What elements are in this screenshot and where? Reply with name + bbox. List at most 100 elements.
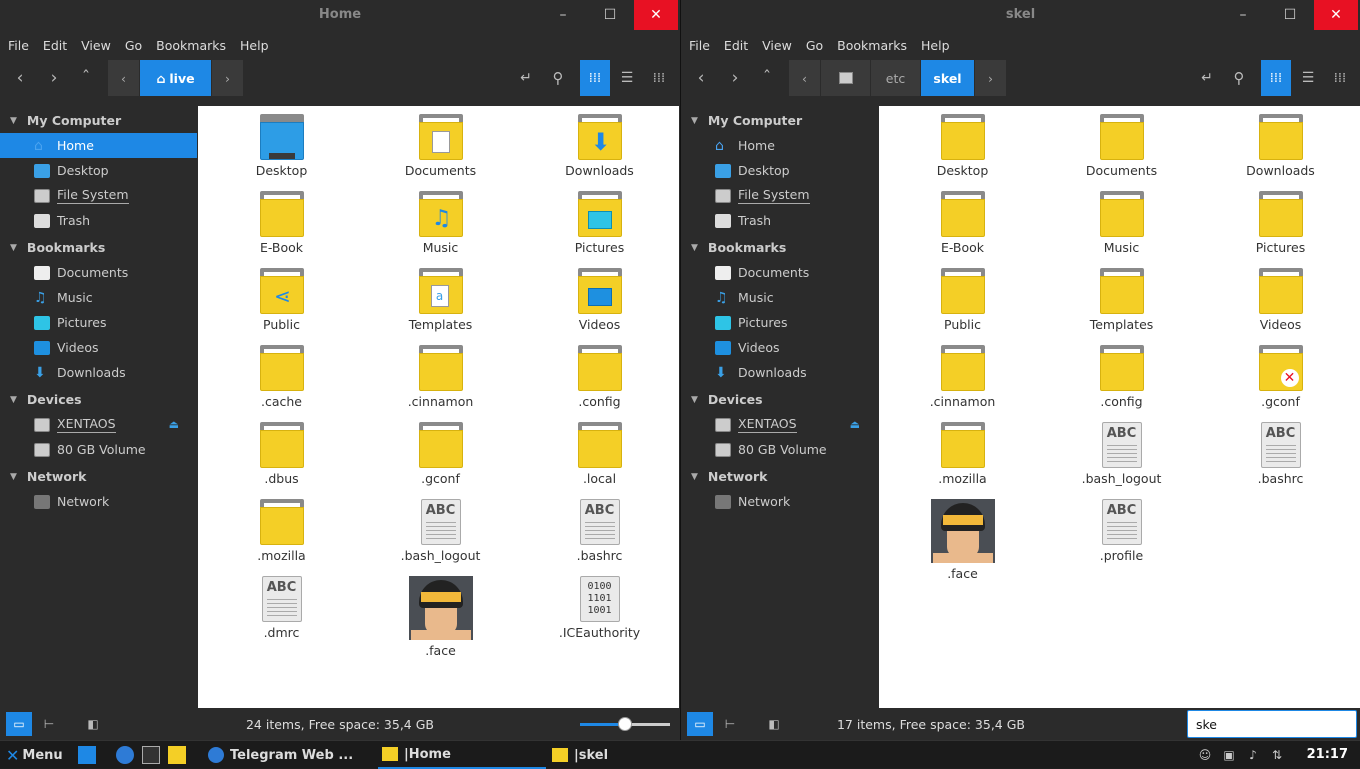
- file-item[interactable]: Pictures: [520, 191, 679, 268]
- file-item[interactable]: ABC .dmrc: [202, 576, 361, 669]
- back-button[interactable]: ‹: [6, 60, 34, 96]
- title-bar[interactable]: Home – ☐ ✕: [0, 0, 680, 30]
- breadcrumb-next-button[interactable]: ›: [212, 60, 244, 96]
- minimize-button[interactable]: –: [541, 0, 585, 30]
- close-button[interactable]: ✕: [1314, 0, 1358, 30]
- list-view-button[interactable]: ☰: [1293, 60, 1323, 96]
- file-item[interactable]: .config: [520, 345, 679, 422]
- breadcrumb-prev-button[interactable]: ‹: [789, 60, 821, 96]
- breadcrumb-item-skel[interactable]: skel: [921, 60, 975, 96]
- sidebar-item-network[interactable]: Network: [681, 489, 878, 514]
- sidebar-item-80gb-volume[interactable]: 80 GB Volume: [681, 437, 878, 462]
- search-button[interactable]: ⚲: [544, 60, 572, 96]
- breadcrumb-next-button[interactable]: ›: [975, 60, 1007, 96]
- sidebar-item-home[interactable]: ⌂ Home: [681, 133, 878, 158]
- file-item[interactable]: Templates: [1042, 268, 1201, 345]
- menu-edit[interactable]: Edit: [43, 38, 67, 53]
- toggle-location-button[interactable]: ↵: [1193, 60, 1221, 96]
- task-home[interactable]: |Home: [378, 741, 546, 769]
- task-telegram[interactable]: Telegram Web ...: [208, 741, 368, 769]
- sidebar-item-documents[interactable]: Documents: [0, 260, 197, 285]
- file-item[interactable]: .gconf: [361, 422, 520, 499]
- file-item[interactable]: E-Book: [883, 191, 1042, 268]
- sidebar-item-80gb-volume[interactable]: 80 GB Volume: [0, 437, 197, 462]
- sidebar-section-devices[interactable]: ▼ Devices: [0, 387, 197, 412]
- file-item[interactable]: ABC .bash_logout: [361, 499, 520, 576]
- list-view-button[interactable]: ☰: [612, 60, 642, 96]
- file-item[interactable]: .face: [883, 499, 1042, 592]
- file-item[interactable]: a Templates: [361, 268, 520, 345]
- file-item[interactable]: Videos: [1201, 268, 1360, 345]
- sidebar-item-trash[interactable]: Trash: [0, 208, 197, 233]
- file-item[interactable]: Videos: [520, 268, 679, 345]
- file-item[interactable]: .dbus: [202, 422, 361, 499]
- sidebar-item-music[interactable]: ♫ Music: [681, 285, 878, 310]
- clock[interactable]: 21:17: [1307, 747, 1348, 762]
- close-button[interactable]: ✕: [634, 0, 678, 30]
- sidebar-section-network[interactable]: ▼ Network: [681, 464, 878, 489]
- file-item[interactable]: .mozilla: [883, 422, 1042, 499]
- network-icon[interactable]: ⇅: [1268, 747, 1286, 763]
- file-item[interactable]: .cinnamon: [883, 345, 1042, 422]
- file-item[interactable]: .cinnamon: [361, 345, 520, 422]
- maximize-button[interactable]: ☐: [588, 0, 632, 30]
- sidebar-item-pictures[interactable]: Pictures: [0, 310, 197, 335]
- breadcrumb-item-etc[interactable]: etc: [871, 60, 921, 96]
- file-item[interactable]: E-Book: [202, 191, 361, 268]
- sidebar-item-xentaos[interactable]: XENTAOS ⏏: [0, 412, 197, 437]
- back-button[interactable]: ‹: [687, 60, 715, 96]
- task-skel[interactable]: |skel: [552, 741, 712, 769]
- menu-edit[interactable]: Edit: [724, 38, 748, 53]
- menu-go[interactable]: Go: [125, 38, 142, 53]
- forward-button[interactable]: ›: [40, 60, 68, 96]
- file-item[interactable]: .cache: [202, 345, 361, 422]
- file-item[interactable]: Documents: [361, 114, 520, 191]
- up-button[interactable]: ˆ: [753, 60, 781, 96]
- sidebar-item-file-system[interactable]: File System: [681, 183, 878, 208]
- file-item[interactable]: ABC .profile: [1042, 499, 1201, 592]
- sidebar-section-my-computer[interactable]: ▼ My Computer: [681, 108, 878, 133]
- sidebar-section-bookmarks[interactable]: ▼ Bookmarks: [681, 235, 878, 260]
- search-button[interactable]: ⚲: [1225, 60, 1253, 96]
- file-item[interactable]: 0100 1101 1001 .ICEauthority: [520, 576, 679, 669]
- file-item[interactable]: ABC .bash_logout: [1042, 422, 1201, 499]
- sidebar-item-pictures[interactable]: Pictures: [681, 310, 878, 335]
- up-button[interactable]: ˆ: [72, 60, 100, 96]
- sidebar-item-documents[interactable]: Documents: [681, 260, 878, 285]
- file-item[interactable]: ABC .bashrc: [1201, 422, 1360, 499]
- menu-file[interactable]: File: [8, 38, 29, 53]
- sidebar-item-music[interactable]: ♫ Music: [0, 285, 197, 310]
- file-item[interactable]: Music: [1042, 191, 1201, 268]
- breadcrumb-prev-button[interactable]: ‹: [108, 60, 140, 96]
- menu-go[interactable]: Go: [806, 38, 823, 53]
- sidebar-item-network[interactable]: Network: [0, 489, 197, 514]
- file-item[interactable]: ✕ .gconf: [1201, 345, 1360, 422]
- breadcrumb-item-live[interactable]: ⌂ live: [140, 60, 212, 96]
- sidebar-item-home[interactable]: ⌂ Home: [0, 133, 197, 158]
- file-item[interactable]: Desktop: [202, 114, 361, 191]
- terminal-launcher[interactable]: [142, 741, 166, 769]
- menu-bookmarks[interactable]: Bookmarks: [156, 38, 226, 53]
- zoom-slider-handle[interactable]: [618, 717, 632, 731]
- compact-view-button[interactable]: ⁞⁞⁞: [644, 60, 674, 96]
- file-item[interactable]: ⋖ Public: [202, 268, 361, 345]
- sidebar-item-desktop[interactable]: Desktop: [681, 158, 878, 183]
- menu-file[interactable]: File: [689, 38, 710, 53]
- maximize-button[interactable]: ☐: [1268, 0, 1312, 30]
- drive-tray-icon[interactable]: ▣: [1220, 747, 1238, 763]
- forward-button[interactable]: ›: [721, 60, 749, 96]
- file-item[interactable]: Pictures: [1201, 191, 1360, 268]
- title-bar[interactable]: skel – ☐ ✕: [681, 0, 1360, 30]
- compact-view-button[interactable]: ⁞⁞⁞: [1325, 60, 1355, 96]
- sidebar-item-videos[interactable]: Videos: [681, 335, 878, 360]
- icon-view-button[interactable]: ⁞⁞⁞: [580, 60, 610, 96]
- menu-help[interactable]: Help: [240, 38, 269, 53]
- file-item[interactable]: Downloads: [1201, 114, 1360, 191]
- start-menu-button[interactable]: ✕ Menu: [6, 741, 63, 769]
- file-item[interactable]: .mozilla: [202, 499, 361, 576]
- sidebar-section-network[interactable]: ▼ Network: [0, 464, 197, 489]
- volume-icon[interactable]: ♪: [1244, 747, 1262, 763]
- zoom-slider[interactable]: [580, 717, 670, 731]
- eject-icon[interactable]: ⏏: [169, 418, 179, 431]
- sidebar-item-downloads[interactable]: ⬇ Downloads: [0, 360, 197, 385]
